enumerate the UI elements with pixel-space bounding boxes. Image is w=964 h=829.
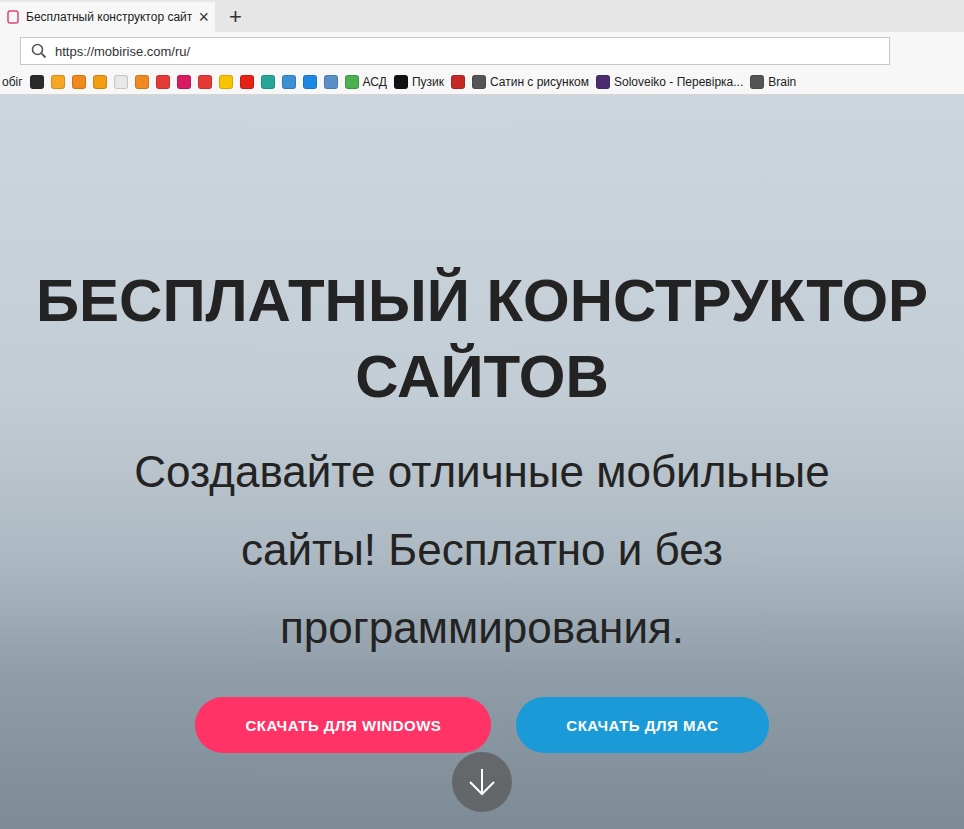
hero-subtitle: Создавайте отличные мобильные сайты! Бес… (87, 433, 877, 667)
bookmark[interactable] (261, 75, 275, 89)
bookmark[interactable]: Пузик (394, 75, 444, 89)
bookmark-label: Пузик (412, 75, 444, 89)
favicon-icon (240, 75, 254, 89)
tab-title: Бесплатный конструктор сайт (26, 10, 192, 24)
favicon-icon (282, 75, 296, 89)
bookmark[interactable] (72, 75, 86, 89)
favicon-icon (30, 75, 44, 89)
favicon-icon (198, 75, 212, 89)
search-icon (31, 43, 47, 59)
favicon-icon (451, 75, 465, 89)
favicon-icon (324, 75, 338, 89)
favicon-icon (394, 75, 408, 89)
bookmark[interactable]: обіг (2, 75, 23, 89)
bookmark[interactable]: Сатин с рисунком (472, 75, 589, 89)
browser-tab[interactable]: Бесплатный конструктор сайт × (0, 2, 215, 32)
bookmark[interactable] (198, 75, 212, 89)
bookmarks-bar: обіг АСД Пузик Сатин с рисунком Soloveiko - … (0, 70, 964, 95)
favicon-icon (261, 75, 275, 89)
download-button[interactable]: СКАЧАТЬ ДЛЯ WINDOWS (195, 697, 491, 753)
bookmark-label: Сатин с рисунком (490, 75, 589, 89)
favicon-icon (72, 75, 86, 89)
favicon-icon (93, 75, 107, 89)
tab-close-button[interactable]: × (198, 8, 209, 26)
favicon-icon (177, 75, 191, 89)
bookmark[interactable] (303, 75, 317, 89)
bookmark[interactable] (30, 75, 44, 89)
url-text: https://mobirise.com/ru/ (55, 44, 190, 59)
address-row: https://mobirise.com/ru/ (0, 32, 964, 70)
favicon-icon (51, 75, 65, 89)
bookmark-label: АСД (363, 75, 387, 89)
bookmark[interactable]: АСД (345, 75, 387, 89)
bookmark[interactable] (93, 75, 107, 89)
page-icon (6, 10, 20, 24)
bookmark[interactable] (324, 75, 338, 89)
scroll-down-button[interactable] (452, 752, 512, 812)
bookmark[interactable] (51, 75, 65, 89)
download-button[interactable]: СКАЧАТЬ ДЛЯ MAC (516, 697, 768, 753)
favicon-icon (472, 75, 486, 89)
bookmark[interactable]: Brain (750, 75, 796, 89)
favicon-icon (750, 75, 764, 89)
tab-strip: Бесплатный конструктор сайт × + (0, 0, 964, 32)
bookmark[interactable] (177, 75, 191, 89)
arrow-down-icon (465, 765, 499, 799)
browser-window: Бесплатный конструктор сайт × + https://mob… (0, 0, 964, 829)
bookmark[interactable] (219, 75, 233, 89)
download-buttons: СКАЧАТЬ ДЛЯ WINDOWS СКАЧАТЬ ДЛЯ MAC (195, 697, 768, 753)
favicon-icon (156, 75, 170, 89)
bookmark[interactable] (282, 75, 296, 89)
favicon-icon (303, 75, 317, 89)
new-tab-button[interactable]: + (215, 2, 256, 32)
bookmark-label: обіг (2, 75, 23, 89)
favicon-icon (135, 75, 149, 89)
bookmark[interactable] (156, 75, 170, 89)
favicon-icon (114, 75, 128, 89)
bookmark[interactable] (114, 75, 128, 89)
bookmark-label: Soloveiko - Перевірка... (614, 75, 743, 89)
bookmark[interactable] (451, 75, 465, 89)
bookmark[interactable] (135, 75, 149, 89)
favicon-icon (219, 75, 233, 89)
bookmark-label: Brain (768, 75, 796, 89)
bookmark[interactable] (240, 75, 254, 89)
favicon-icon (596, 75, 610, 89)
favicon-icon (345, 75, 359, 89)
address-bar[interactable]: https://mobirise.com/ru/ (20, 37, 890, 65)
hero-title: БЕСПЛАТНЫЙ КОНСТРУКТОР САЙТОВ (32, 263, 932, 415)
hero-section: БЕСПЛАТНЫЙ КОНСТРУКТОР САЙТОВ Создавайте … (0, 95, 964, 829)
bookmark[interactable]: Soloveiko - Перевірка... (596, 75, 743, 89)
